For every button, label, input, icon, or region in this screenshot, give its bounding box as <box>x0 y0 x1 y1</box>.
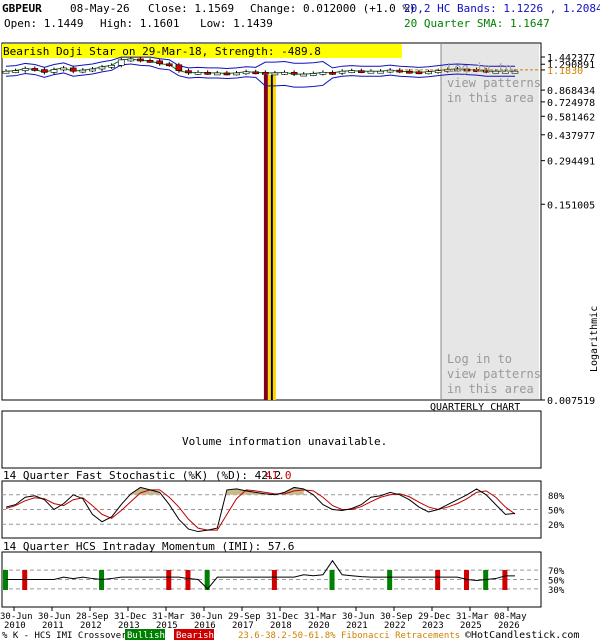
imi-bullish-marker <box>329 570 335 590</box>
candle-body <box>338 70 346 74</box>
pattern-bar-light-2 <box>272 75 276 400</box>
stoch-d-value: 41.0 <box>265 469 292 482</box>
candle-body <box>117 59 125 66</box>
y-tick-label: 0.437977 <box>547 131 595 142</box>
y-axis-title: Logarithmic <box>589 306 600 372</box>
candle-body <box>377 70 384 74</box>
y-tick-label: 0.724978 <box>547 98 595 109</box>
x-tick-year: 2023 <box>422 621 444 631</box>
candle-body <box>31 68 39 71</box>
x-tick-year: 2011 <box>42 621 64 631</box>
footer-crossover: % K - HCS IMI Crossover: <box>2 631 132 640</box>
imi-bearish-marker <box>166 570 172 590</box>
candle-body <box>329 72 336 75</box>
footer-bullish: Bullish <box>127 631 165 640</box>
pattern-bar-light <box>267 75 271 400</box>
candle-body <box>50 69 58 73</box>
imi-level-label: 30% <box>548 586 565 596</box>
volume-text: Volume information unavailable. <box>182 435 387 448</box>
candle-body <box>137 58 144 62</box>
candle-body <box>290 72 298 75</box>
candle-body <box>213 72 221 76</box>
candle-body <box>108 65 115 68</box>
login-text-top: Log in to <box>447 61 512 75</box>
candle-body <box>425 71 432 75</box>
x-tick-year: 2017 <box>232 621 254 631</box>
candle-body <box>79 69 87 73</box>
login-text-bottom: in this area <box>447 382 534 396</box>
candle-body <box>127 58 135 62</box>
x-tick-year: 2022 <box>384 621 406 631</box>
candle-body <box>262 72 269 75</box>
pattern-bar-black <box>270 75 273 400</box>
candle-body <box>415 71 423 75</box>
stoch-level-label: 20% <box>548 521 565 531</box>
x-tick-year: 2018 <box>270 621 292 631</box>
candle-body <box>98 66 106 70</box>
candle-body <box>146 60 154 63</box>
y-tick-label: 0.151005 <box>547 200 595 211</box>
candle-body <box>21 68 29 71</box>
imi-bearish-marker <box>185 570 191 590</box>
candle-body <box>233 72 240 76</box>
pattern-bar-dark <box>263 75 268 400</box>
candle-body <box>511 70 519 74</box>
candle-body <box>12 70 19 73</box>
stoch-level-label: 80% <box>548 492 565 502</box>
candle-body <box>175 64 183 71</box>
candle-body <box>204 72 211 75</box>
candle-body <box>386 69 394 73</box>
candle-body <box>358 70 365 73</box>
y-tick-label: 0.868434 <box>547 86 595 97</box>
imi-bullish-marker <box>99 570 105 590</box>
candle-body <box>271 72 279 76</box>
candle-body <box>434 70 442 73</box>
candle-body <box>281 72 288 75</box>
pattern-banner-text: Bearish Doji Star on 29-Mar-18, Strength… <box>3 45 321 58</box>
candle-body <box>319 72 327 75</box>
candle-body <box>69 67 77 72</box>
footer-bearish: Bearish <box>176 631 214 640</box>
candle-body <box>367 70 375 74</box>
candle-body <box>300 73 308 77</box>
candle-body <box>165 63 173 67</box>
candle-body <box>223 72 231 76</box>
y-tick-label: 1.1830 <box>547 66 583 77</box>
imi-bearish-marker <box>435 570 441 590</box>
candle-body <box>89 68 96 72</box>
candle-body <box>242 71 250 75</box>
login-text-bottom: view patterns <box>447 367 541 381</box>
imi-bearish-marker <box>271 570 277 590</box>
candle-body <box>310 73 317 76</box>
footer-copyright: ©HotCandlestick.com <box>465 630 579 640</box>
imi-bullish-marker <box>387 570 393 590</box>
candle-body <box>406 70 413 74</box>
candle-body <box>41 69 48 73</box>
candle-body <box>156 60 163 65</box>
candle-body <box>194 72 202 75</box>
candle-body <box>348 70 356 73</box>
login-text-top: view patterns <box>447 76 541 90</box>
x-tick-year: 2021 <box>346 621 368 631</box>
stoch-title: 14 Quarter Fast Stochastic (%K) (%D): 42… <box>3 469 281 482</box>
x-tick-year: 2020 <box>308 621 330 631</box>
candle-body <box>2 70 10 74</box>
imi-title: 14 Quarter HCS Intraday Momentum (IMI): … <box>3 540 294 553</box>
footer-fib: 23.6-38.2-50-61.8% Fibonacci Retracement… <box>238 631 460 640</box>
y-tick-label: 0.581462 <box>547 112 595 123</box>
candle-body <box>252 71 259 75</box>
y-tick-label: 0.294491 <box>547 157 595 168</box>
x-tick-year: 2012 <box>80 621 102 631</box>
x-tick-year: 2010 <box>4 621 26 631</box>
login-text-top: in this area <box>447 91 534 105</box>
login-text-bottom: Log in to <box>447 352 512 366</box>
chart-svg: 1.4423771.2908911.18300.8684340.7249780.… <box>0 42 600 640</box>
candle-body <box>60 67 67 71</box>
stoch-level-label: 50% <box>548 507 565 517</box>
y-tick-label: 0.007519 <box>547 396 595 407</box>
imi-bearish-marker <box>502 570 508 590</box>
candle-body <box>185 70 192 74</box>
